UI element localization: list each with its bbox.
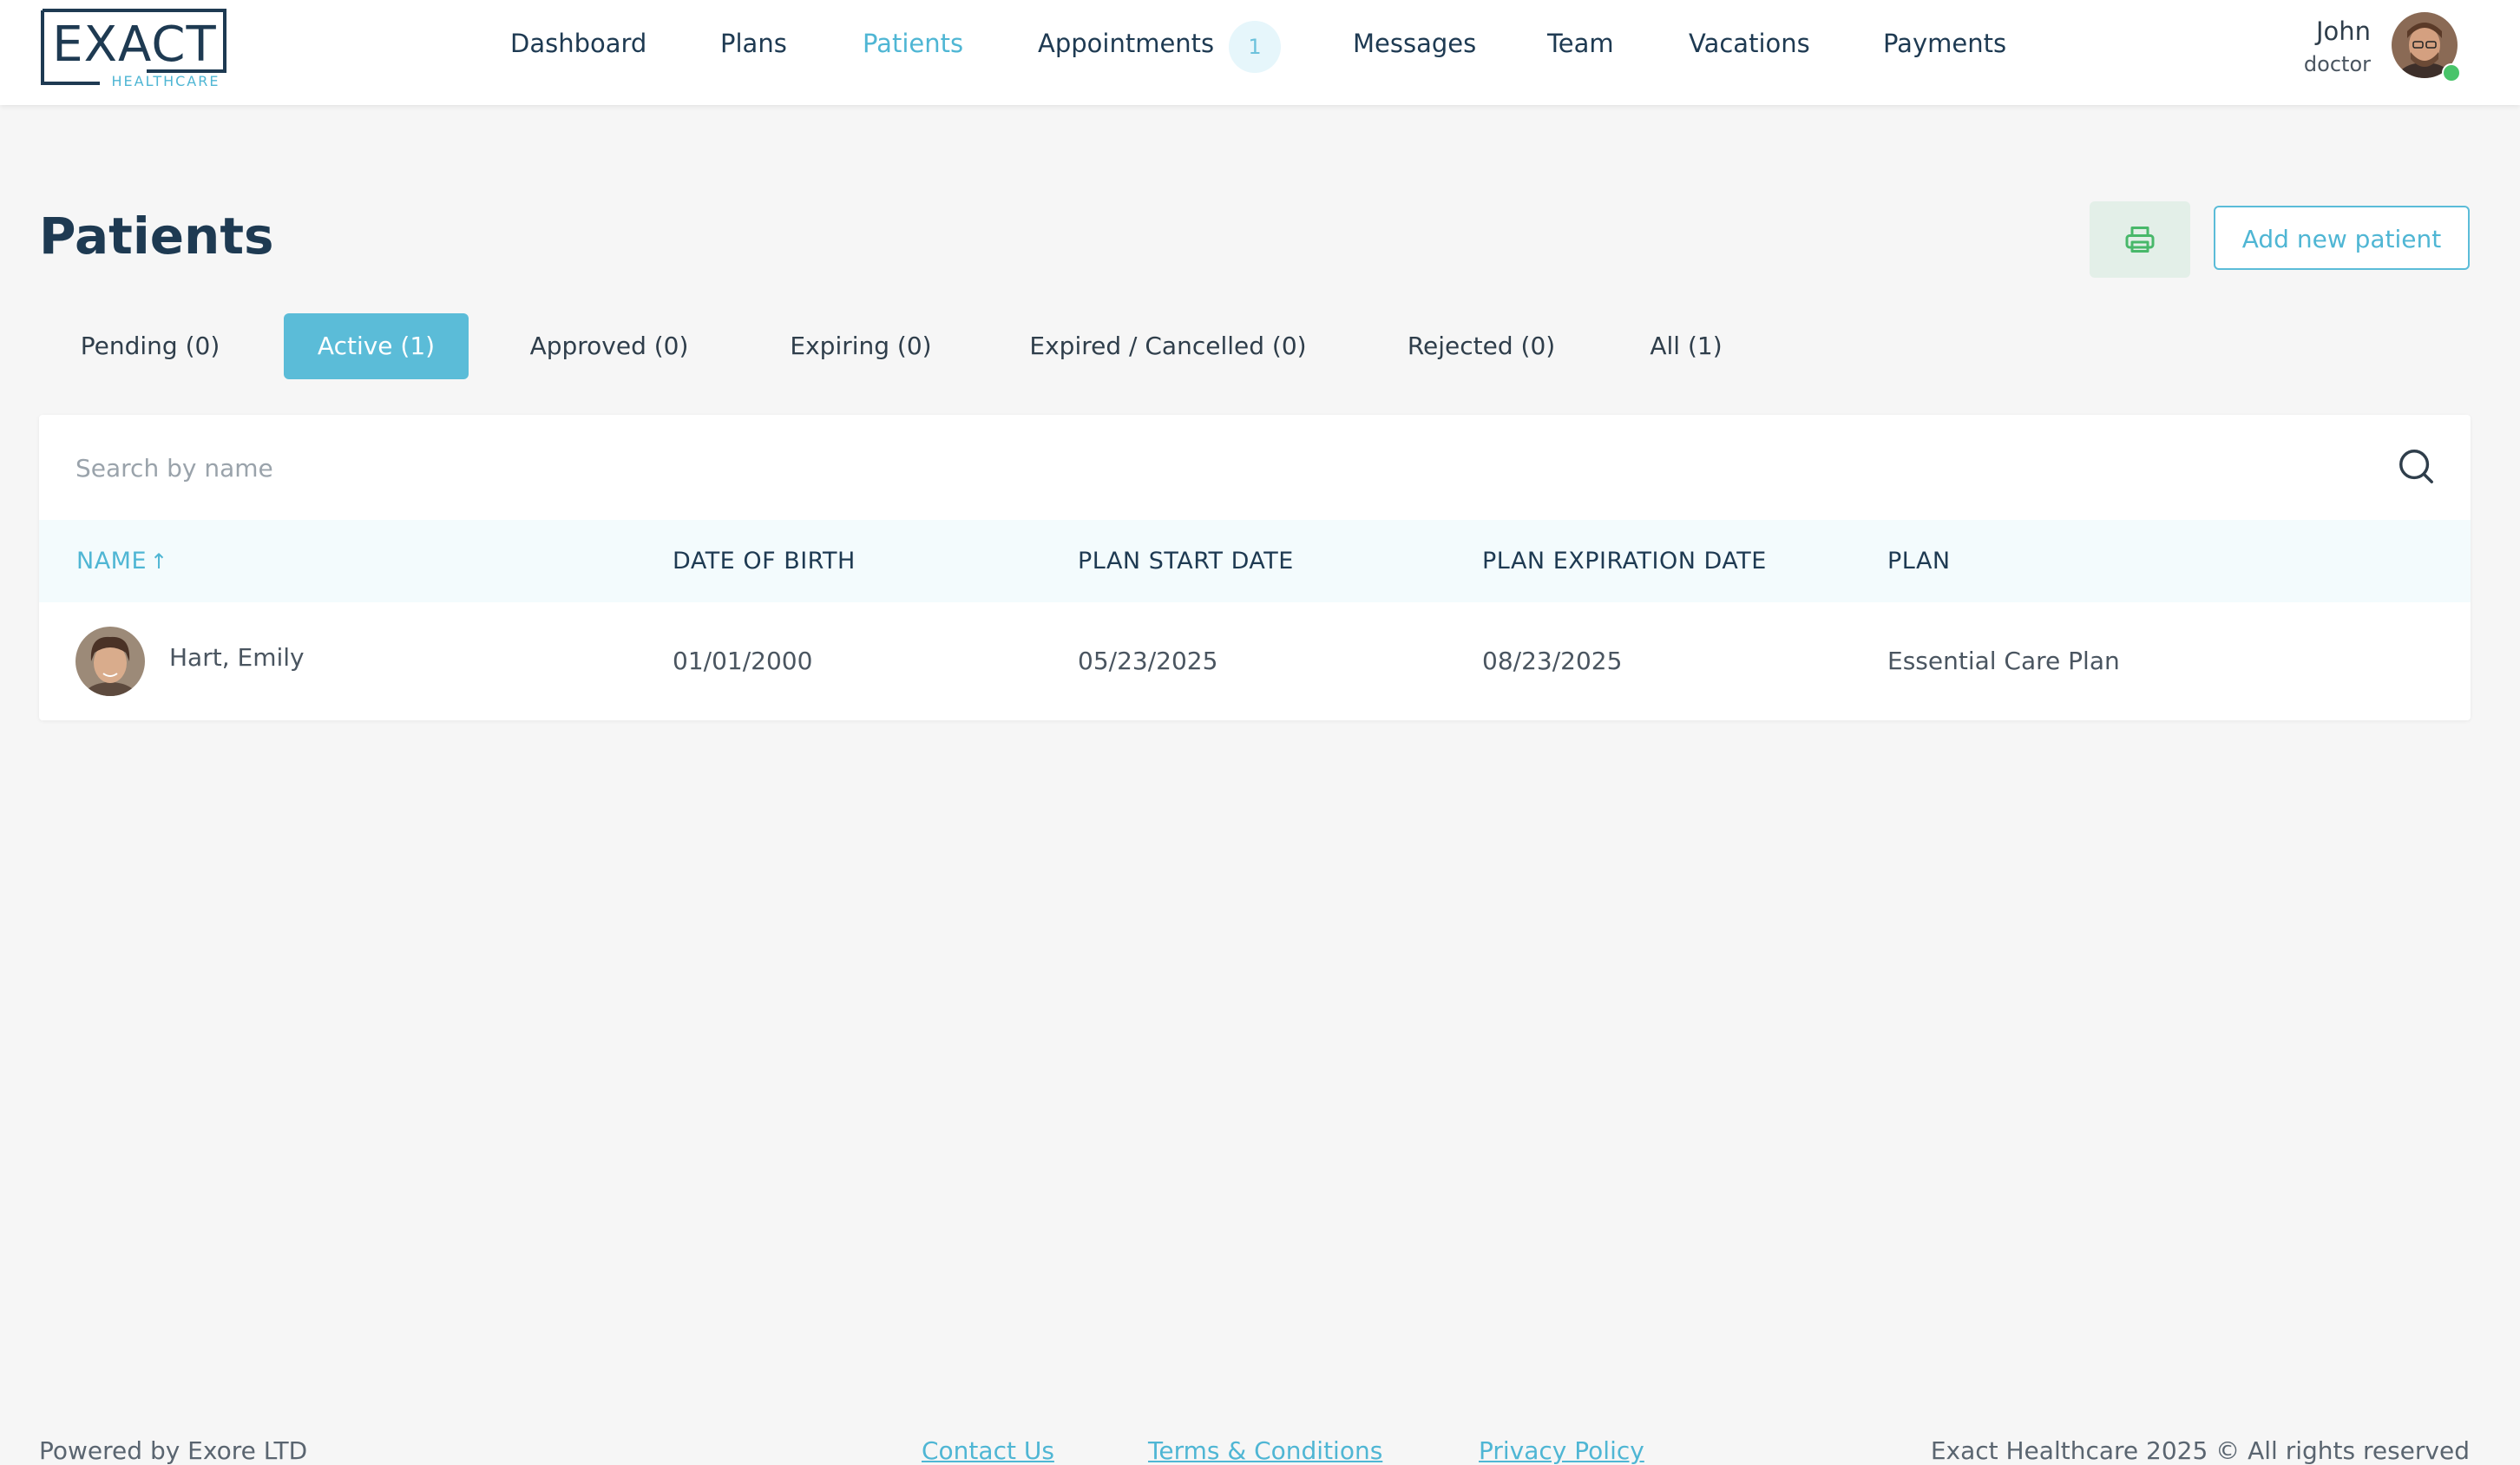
top-navigation-bar: EXACT HEALTHCARE Dashboard Plans Patient… [0,0,2520,105]
nav-messages[interactable]: Messages [1353,29,1476,58]
column-header-name-label: NAME [76,548,148,575]
nav-patients[interactable]: Patients [863,29,963,58]
column-header-plan-start-date: PLAN START DATE [1078,548,1294,575]
footer-link-contact-us[interactable]: Contact Us [922,1436,1054,1465]
footer-copyright: Exact Healthcare 2025 © All rights reser… [1930,1436,2470,1465]
column-header-plan-expiration-date: PLAN EXPIRATION DATE [1482,548,1767,575]
appointments-count-badge: 1 [1229,21,1281,73]
tab-pending[interactable]: Pending (0) [39,313,261,379]
sort-ascending-icon: ↑ [150,549,168,574]
patient-plan-expiration-date: 08/23/2025 [1482,647,1623,675]
tab-expiring[interactable]: Expiring (0) [750,313,972,379]
patient-plan: Essential Care Plan [1887,647,2120,675]
patient-date-of-birth: 01/01/2000 [673,647,813,675]
footer-powered-by: Powered by Exore LTD [39,1436,308,1465]
patient-avatar [75,627,145,696]
user-name[interactable]: John [2316,16,2371,46]
print-button[interactable] [2090,201,2190,278]
user-role: doctor [2303,52,2371,76]
nav-dashboard[interactable]: Dashboard [510,29,646,58]
tab-all[interactable]: All (1) [1623,313,1749,379]
table-header: NAME ↑ DATE OF BIRTH PLAN START DATE PLAN… [39,520,2471,602]
tab-rejected[interactable]: Rejected (0) [1375,313,1588,379]
page-title: Patients [39,207,274,266]
search-input[interactable] [74,441,2377,495]
patient-name[interactable]: Hart, Emily [169,602,305,720]
logo-text: EXACT [52,16,216,73]
column-header-name[interactable]: NAME ↑ [76,520,168,602]
printer-icon [2125,227,2155,253]
tab-active[interactable]: Active (1) [284,313,469,379]
tab-approved[interactable]: Approved (0) [500,313,719,379]
nav-payments[interactable]: Payments [1883,29,2006,58]
patients-table-card: NAME↑ DATE OF BIRTH PLAN START DATE PLAN… [39,415,2471,720]
column-header-plan: PLAN [1887,548,1951,575]
nav-plans[interactable]: Plans [720,29,787,58]
online-status-indicator [2442,63,2461,82]
logo-subtext: HEALTHCARE [112,73,220,87]
nav-team[interactable]: Team [1547,29,1614,58]
footer-link-privacy-policy[interactable]: Privacy Policy [1479,1436,1644,1465]
patient-plan-start-date: 05/23/2025 [1078,647,1218,675]
add-new-patient-button[interactable]: Add new patient [2214,206,2470,270]
column-header-date-of-birth: DATE OF BIRTH [673,548,856,575]
tab-expired-cancelled[interactable]: Expired / Cancelled (0) [1007,313,1329,379]
search-icon[interactable] [2396,446,2436,486]
nav-vacations[interactable]: Vacations [1689,29,1810,58]
nav-appointments[interactable]: Appointments [1038,29,1214,58]
footer-link-terms-conditions[interactable]: Terms & Conditions [1148,1436,1382,1465]
table-row[interactable]: Hart, Emily 01/01/2000 05/23/2025 08/23/… [39,602,2471,720]
exact-healthcare-logo[interactable]: EXACT HEALTHCARE [39,7,230,87]
